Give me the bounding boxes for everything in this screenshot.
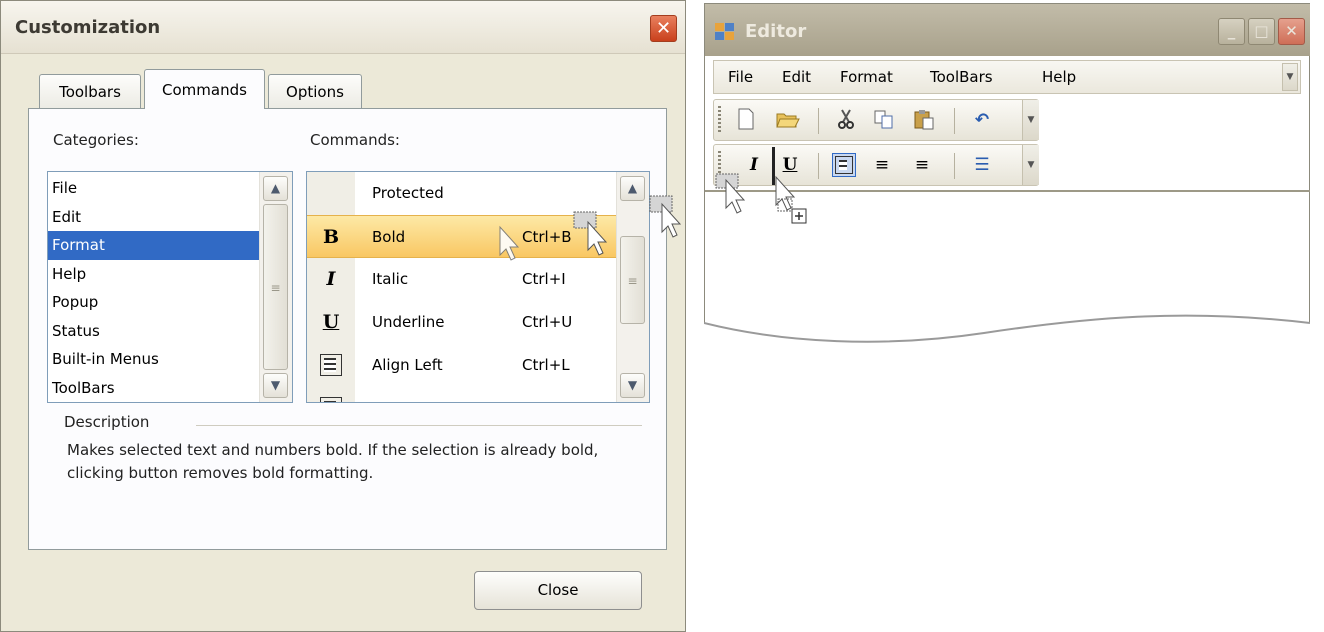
chevron-down-icon[interactable]: ▼ (620, 373, 645, 398)
categories-list[interactable]: File Edit Format Help Popup Status Built… (47, 171, 293, 403)
arrow-cursor-icon (499, 225, 520, 261)
cut-icon[interactable] (834, 108, 858, 132)
close-button[interactable]: Close (474, 571, 642, 610)
underline-icon[interactable]: U (778, 153, 802, 177)
command-row[interactable]: U Underline Ctrl+U (307, 301, 617, 344)
chevron-down-icon[interactable]: ▼ (263, 373, 288, 398)
description-label: Description (64, 413, 150, 431)
list-item[interactable]: File (48, 174, 292, 203)
list-item[interactable]: Help (48, 260, 292, 289)
align-center-icon (319, 397, 343, 402)
description-divider (196, 425, 642, 426)
commands-label: Commands: (310, 131, 400, 149)
app-icon (715, 23, 734, 40)
command-shortcut: Ctrl+I (522, 270, 566, 288)
command-shortcut: Ctrl+U (522, 313, 573, 331)
bold-icon: B (322, 226, 340, 248)
paste-icon[interactable] (912, 108, 936, 132)
command-row[interactable]: I Italic Ctrl+I (307, 258, 617, 301)
command-name: Bold (372, 228, 406, 246)
new-icon[interactable] (734, 108, 758, 132)
menu-file[interactable]: File (728, 61, 753, 93)
command-name: Align Left (372, 356, 443, 374)
toolbar-grip[interactable] (718, 106, 721, 134)
command-row[interactable]: Align Left Ctrl+L (307, 344, 617, 387)
menu-format[interactable]: Format (840, 61, 893, 93)
bullets-icon[interactable]: ☰ (970, 153, 994, 177)
scroll-thumb[interactable]: ≡ (620, 236, 645, 324)
dialog-title-bar[interactable]: Customization ✕ (1, 1, 685, 54)
copy-icon[interactable] (872, 108, 896, 132)
tab-toolbars[interactable]: Toolbars (39, 74, 141, 108)
chevron-up-icon[interactable]: ▲ (620, 176, 645, 201)
torn-edge (704, 314, 1310, 363)
command-name: Italic (372, 270, 409, 288)
customization-dialog: Customization ✕ Toolbars Commands Option… (0, 0, 686, 632)
commands-scrollbar[interactable]: ▲ ≡ ▼ (616, 172, 649, 402)
open-icon[interactable] (776, 108, 800, 132)
drag-cursor-icon (649, 195, 682, 238)
categories-label: Categories: (53, 131, 139, 149)
drag-add-cursor-icon (775, 175, 807, 224)
list-item[interactable]: Popup (48, 288, 292, 317)
command-shortcut: Ctrl+B (522, 228, 572, 246)
drag-cursor-icon (715, 173, 746, 214)
command-row-selected[interactable]: B Bold Ctrl+B (307, 215, 617, 258)
undo-icon[interactable]: ↶ (970, 108, 994, 132)
align-center-icon[interactable]: ≡ (870, 153, 894, 177)
command-row-partial[interactable] (307, 387, 617, 402)
list-item[interactable]: Built-in Menus (48, 345, 292, 374)
menu-edit[interactable]: Edit (782, 61, 811, 93)
command-name: Underline (372, 313, 445, 331)
underline-icon: U (322, 311, 340, 333)
description-text: Makes selected text and numbers bold. If… (67, 441, 599, 482)
chevron-down-icon[interactable]: ▼ (1282, 63, 1298, 91)
editor-title: Editor (745, 21, 807, 42)
list-item-selected[interactable]: Format (48, 231, 292, 260)
align-left-icon (319, 354, 343, 376)
maximize-icon[interactable]: □ (1248, 18, 1275, 45)
minimize-icon[interactable]: _ (1218, 18, 1245, 45)
chevron-up-icon[interactable]: ▲ (263, 176, 288, 201)
close-icon[interactable]: ✕ (1278, 18, 1305, 45)
toolbar-options-icon[interactable]: ▼ (1022, 145, 1039, 185)
editor-title-bar[interactable]: Editor _ □ ✕ (705, 4, 1310, 56)
align-left-icon[interactable] (832, 153, 856, 177)
dialog-title: Customization (15, 17, 161, 38)
list-item[interactable]: ToolBars (48, 374, 292, 403)
dialog-close-icon[interactable]: ✕ (650, 15, 677, 42)
list-item[interactable]: Status (48, 317, 292, 346)
categories-scrollbar[interactable]: ▲ ≡ ▼ (259, 172, 292, 402)
menu-help[interactable]: Help (1042, 61, 1076, 93)
command-name: Protected (372, 184, 444, 202)
format-toolbar: I U ≡ ≡ ☰ ▼ (713, 144, 1039, 186)
align-right-icon[interactable]: ≡ (910, 153, 934, 177)
commands-list[interactable]: Protected B Bold Ctrl+B I Italic Ctrl+I … (306, 171, 650, 403)
scroll-thumb[interactable]: ≡ (263, 204, 288, 370)
tab-options[interactable]: Options (268, 74, 362, 108)
command-row[interactable]: Protected (307, 172, 617, 215)
list-item[interactable]: Edit (48, 203, 292, 232)
menu-bar: File Edit Format ToolBars Help ▼ (713, 60, 1301, 94)
drag-cursor-icon (573, 211, 608, 256)
tab-commands[interactable]: Commands (144, 69, 265, 109)
standard-toolbar: ↶ ▼ (713, 99, 1039, 141)
menu-toolbars[interactable]: ToolBars (930, 61, 993, 93)
command-shortcut: Ctrl+L (522, 356, 570, 374)
toolbar-options-icon[interactable]: ▼ (1022, 100, 1039, 140)
italic-icon: I (326, 268, 336, 290)
